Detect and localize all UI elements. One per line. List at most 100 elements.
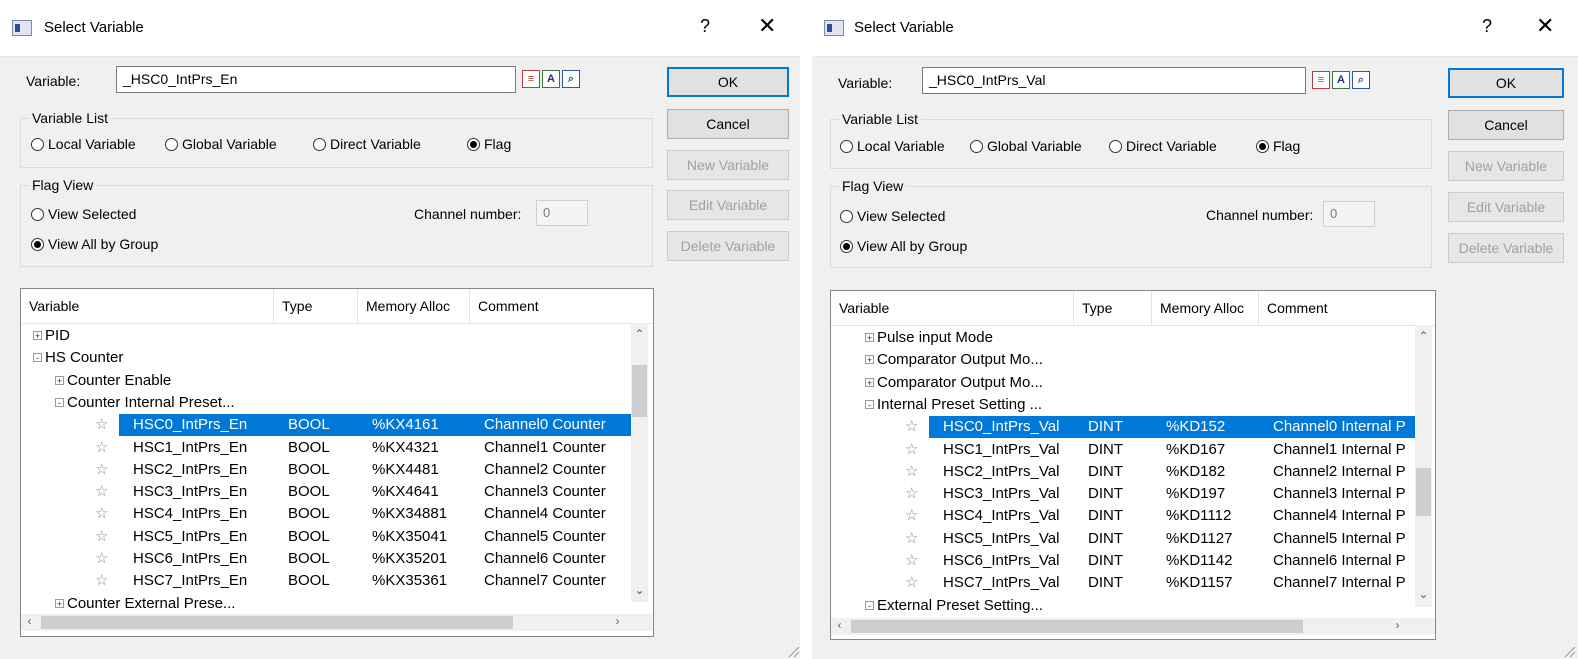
table-row[interactable]: ☆ HSC0_IntPrs_En BOOL %KX4161 Channel0 Count… (21, 414, 631, 437)
horizontal-scroll-thumb[interactable] (41, 616, 513, 629)
column-header-comment[interactable]: Comment (470, 289, 636, 323)
vertical-scrollbar[interactable]: ⌃ ⌄ (1415, 325, 1432, 607)
tree-group-row[interactable]: + Comparator Output Mo... (831, 349, 1415, 371)
radio-flag[interactable]: Flag (467, 136, 511, 152)
close-button[interactable]: ✕ (758, 13, 776, 39)
text-a-icon[interactable]: A (542, 70, 560, 88)
radio-local-variable[interactable]: Local Variable (840, 138, 945, 154)
radio-direct-variable[interactable]: Direct Variable (313, 136, 421, 152)
resize-grip-icon[interactable] (786, 644, 800, 658)
table-row[interactable]: ☆ HSC6_IntPrs_Val DINT %KD1142 Channel6 Inte… (831, 550, 1415, 572)
variable-input[interactable]: _HSC0_IntPrs_Val (922, 67, 1306, 94)
table-row[interactable]: ☆ HSC3_IntPrs_Val DINT %KD197 Channel3 Inter… (831, 483, 1415, 505)
tree-group-row[interactable]: - External Preset Setting... (831, 595, 1415, 617)
expand-icon[interactable]: + (865, 333, 874, 343)
search-icon[interactable]: ⌕ (1352, 71, 1370, 89)
table-row[interactable]: ☆ HSC2_IntPrs_Val DINT %KD182 Channel2 Inter… (831, 461, 1415, 483)
scroll-up-icon[interactable]: ⌃ (1415, 329, 1432, 343)
radio-flag[interactable]: Flag (1256, 138, 1300, 154)
collapse-icon[interactable]: - (865, 600, 874, 610)
vertical-scrollbar[interactable]: ⌃ ⌄ (631, 323, 648, 602)
search-icon[interactable]: ⌕ (562, 70, 580, 88)
resize-grip-icon[interactable] (1562, 644, 1576, 658)
scroll-up-icon[interactable]: ⌃ (631, 327, 648, 341)
table-row[interactable]: ☆ HSC6_IntPrs_En BOOL %KX35201 Channel6 Coun… (21, 548, 631, 570)
ok-button[interactable]: OK (1448, 68, 1564, 98)
horizontal-scroll-thumb[interactable] (851, 620, 1303, 633)
tree-group-label[interactable]: - HS Counter (33, 347, 274, 369)
radio-local-variable[interactable]: Local Variable (31, 136, 136, 152)
table-row[interactable]: ☆ HSC3_IntPrs_En BOOL %KX4641 Channel3 Count… (21, 481, 631, 503)
delete-variable-button[interactable]: Delete Variable (667, 231, 789, 261)
variable-list-icon[interactable]: ≡ (1312, 71, 1330, 89)
radio-view-all-by-group[interactable]: View All by Group (840, 238, 967, 254)
collapse-icon[interactable]: - (55, 397, 64, 407)
radio-global-variable[interactable]: Global Variable (165, 136, 277, 152)
ok-button[interactable]: OK (667, 67, 789, 97)
expand-icon[interactable]: + (55, 375, 64, 385)
radio-view-all-by-group[interactable]: View All by Group (31, 236, 158, 252)
tree-group-label[interactable]: + Pulse input Mode (865, 327, 1074, 349)
variable-input[interactable]: _HSC0_IntPrs_En (116, 66, 516, 93)
help-button[interactable]: ? (700, 16, 710, 37)
scroll-left-icon[interactable]: ‹ (21, 614, 38, 628)
vertical-scroll-thumb[interactable] (632, 365, 647, 417)
scroll-right-icon[interactable]: › (609, 614, 626, 628)
variable-list-icon[interactable]: ≡ (522, 70, 540, 88)
tree-group-row[interactable]: - Internal Preset Setting ... (831, 394, 1415, 416)
table-row[interactable]: ☆ HSC4_IntPrs_Val DINT %KD1112 Channel4 Inte… (831, 505, 1415, 527)
vertical-scroll-thumb[interactable] (1416, 468, 1431, 516)
column-header-variable[interactable]: Variable (831, 291, 1074, 325)
tree-group-row[interactable]: + Counter Enable (21, 370, 631, 392)
column-header-memory-alloc[interactable]: Memory Alloc (358, 289, 470, 323)
scroll-down-icon[interactable]: ⌄ (631, 583, 648, 597)
column-header-type[interactable]: Type (1074, 291, 1152, 325)
table-row[interactable]: ☆ HSC2_IntPrs_En BOOL %KX4481 Channel2 Count… (21, 459, 631, 481)
horizontal-scrollbar[interactable]: ‹ › (21, 614, 653, 631)
column-header-memory-alloc[interactable]: Memory Alloc (1152, 291, 1259, 325)
tree-group-label[interactable]: + Comparator Output Mo... (865, 349, 1074, 371)
table-row[interactable]: ☆ HSC5_IntPrs_Val DINT %KD1127 Channel5 Inte… (831, 528, 1415, 550)
radio-direct-variable[interactable]: Direct Variable (1109, 138, 1217, 154)
delete-variable-button[interactable]: Delete Variable (1448, 233, 1564, 263)
tree-group-label[interactable]: - External Preset Setting... (865, 595, 1074, 617)
help-button[interactable]: ? (1482, 16, 1492, 37)
column-header-comment[interactable]: Comment (1259, 291, 1415, 325)
radio-view-selected[interactable]: View Selected (31, 206, 136, 222)
text-a-icon[interactable]: A (1332, 71, 1350, 89)
channel-number-input[interactable]: 0 (1323, 201, 1375, 227)
radio-view-selected[interactable]: View Selected (840, 208, 945, 224)
scroll-left-icon[interactable]: ‹ (831, 618, 848, 632)
scroll-right-icon[interactable]: › (1389, 618, 1406, 632)
tree-group-row[interactable]: + Counter External Prese... (21, 593, 631, 615)
tree-group-row[interactable]: - HS Counter (21, 347, 631, 369)
column-header-variable[interactable]: Variable (21, 289, 274, 323)
table-row[interactable]: ☆ HSC0_IntPrs_Val DINT %KD152 Channel0 Inter… (831, 416, 1415, 439)
new-variable-button[interactable]: New Variable (667, 150, 789, 180)
table-row[interactable]: ☆ HSC7_IntPrs_En BOOL %KX35361 Channel7 Coun… (21, 570, 631, 592)
tree-group-label[interactable]: - Counter Internal Preset... (55, 392, 274, 414)
close-button[interactable]: ✕ (1536, 13, 1554, 39)
expand-icon[interactable]: + (865, 377, 874, 387)
table-row[interactable]: ☆ HSC5_IntPrs_En BOOL %KX35041 Channel5 Coun… (21, 526, 631, 548)
tree-group-row[interactable]: + PID (21, 325, 631, 347)
table-row[interactable]: ☆ HSC1_IntPrs_En BOOL %KX4321 Channel1 Count… (21, 437, 631, 459)
scroll-down-icon[interactable]: ⌄ (1415, 587, 1432, 601)
tree-group-label[interactable]: + Counter External Prese... (55, 593, 274, 615)
horizontal-scrollbar[interactable]: ‹ › (831, 618, 1435, 635)
cancel-button[interactable]: Cancel (667, 109, 789, 139)
table-row[interactable]: ☆ HSC4_IntPrs_En BOOL %KX34881 Channel4 Coun… (21, 503, 631, 525)
tree-group-label[interactable]: + Comparator Output Mo... (865, 372, 1074, 394)
edit-variable-button[interactable]: Edit Variable (1448, 192, 1564, 222)
expand-icon[interactable]: + (33, 331, 42, 341)
channel-number-input[interactable]: 0 (536, 200, 588, 226)
collapse-icon[interactable]: - (865, 399, 874, 409)
expand-icon[interactable]: + (865, 355, 874, 365)
tree-group-row[interactable]: + Pulse input Mode (831, 327, 1415, 349)
table-row[interactable]: ☆ HSC7_IntPrs_Val DINT %KD1157 Channel7 Inte… (831, 572, 1415, 594)
expand-icon[interactable]: + (55, 598, 64, 608)
radio-global-variable[interactable]: Global Variable (970, 138, 1082, 154)
tree-group-label[interactable]: - Internal Preset Setting ... (865, 394, 1074, 416)
table-row[interactable]: ☆ HSC1_IntPrs_Val DINT %KD167 Channel1 Inter… (831, 439, 1415, 461)
edit-variable-button[interactable]: Edit Variable (667, 190, 789, 220)
